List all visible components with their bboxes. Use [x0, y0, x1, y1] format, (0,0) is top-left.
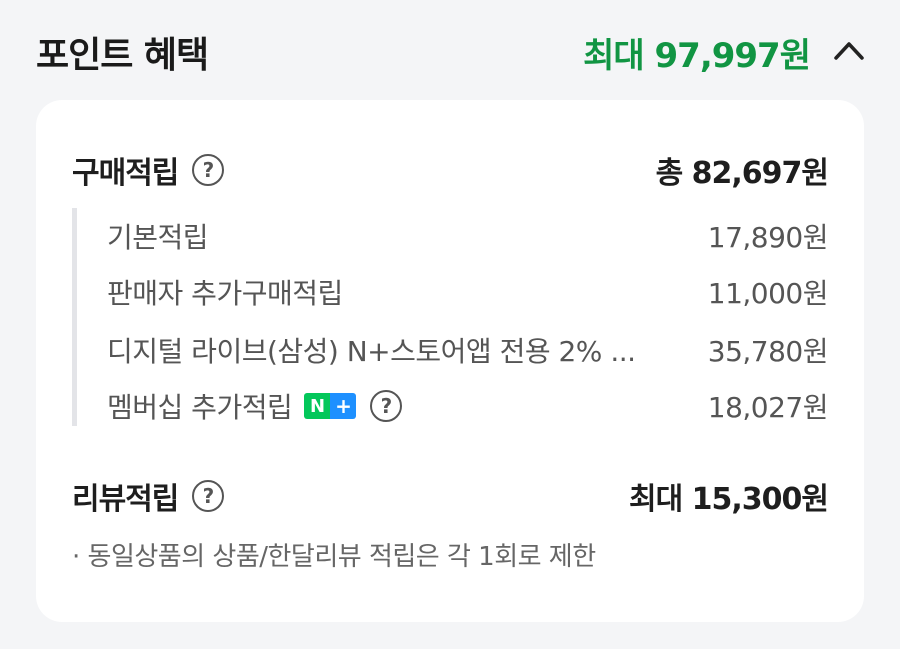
- item-value: 18,027원: [707, 391, 829, 424]
- item-label: 기본적립: [107, 221, 209, 254]
- help-icon[interactable]: ?: [192, 154, 225, 186]
- list-item: 멤버십 추가적립 N + ? 18,027원: [107, 386, 829, 426]
- list-item: 디지털 라이브(삼성) N+스토어앱 전용 2% ... 35,780원: [107, 330, 829, 370]
- chevron-up-icon[interactable]: [832, 36, 866, 64]
- review-points-label: 리뷰적립: [72, 482, 179, 517]
- purchase-points-row: 구매적립 ? 총 82,697원: [72, 148, 829, 192]
- badge-n: N: [304, 393, 331, 419]
- purchase-points-label: 구매적립: [72, 156, 179, 191]
- item-label: 판매자 추가구매적립: [107, 277, 343, 310]
- purchase-points-breakdown: 기본적립 17,890원 판매자 추가구매적립 11,000원 디지털 라이브(…: [72, 208, 829, 426]
- list-item: 기본적립 17,890원: [107, 216, 829, 256]
- review-points-note: · 동일상품의 상품/한달리뷰 적립은 각 1회로 제한: [72, 542, 596, 572]
- review-points-row: 리뷰적립 ? 최대 15,300원: [72, 474, 829, 518]
- item-value: 17,890원: [707, 221, 829, 254]
- help-icon[interactable]: ?: [192, 480, 225, 512]
- badge-plus: +: [330, 393, 357, 419]
- page-title: 포인트 혜택: [36, 35, 209, 76]
- points-card: 구매적립 ? 총 82,697원 기본적립 17,890원 판매자 추가구매적립…: [36, 100, 864, 622]
- item-value: 35,780원: [707, 335, 829, 368]
- naver-plus-membership-badge: N +: [304, 393, 357, 419]
- item-label: 멤버십 추가적립: [107, 391, 293, 424]
- list-item: 판매자 추가구매적립 11,000원: [107, 272, 829, 312]
- help-icon[interactable]: ?: [370, 390, 403, 422]
- item-value: 11,000원: [707, 277, 829, 310]
- review-points-value: 최대 15,300원: [628, 482, 829, 517]
- points-benefit-header[interactable]: 포인트 혜택 최대 97,997원: [0, 0, 900, 100]
- item-label: 디지털 라이브(삼성) N+스토어앱 전용 2% ...: [107, 335, 636, 368]
- max-points-amount: 최대 97,997원: [583, 36, 811, 76]
- purchase-points-total: 총 82,697원: [655, 156, 829, 191]
